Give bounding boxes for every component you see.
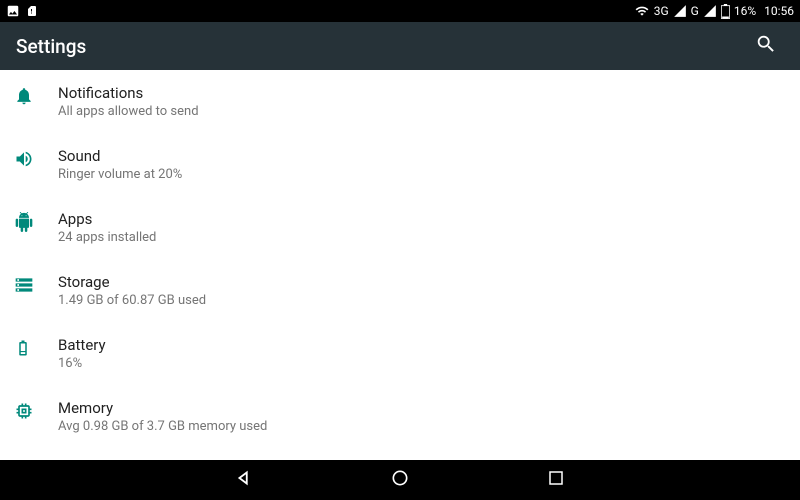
search-icon xyxy=(755,33,777,59)
back-button[interactable] xyxy=(226,462,262,498)
search-button[interactable] xyxy=(748,28,784,64)
settings-item-memory[interactable]: Memory Avg 0.98 GB of 3.7 GB memory used xyxy=(0,385,800,448)
bell-icon xyxy=(14,84,58,106)
status-left xyxy=(6,4,38,18)
page-title: Settings xyxy=(16,35,86,58)
app-toolbar: Settings xyxy=(0,22,800,70)
recents-button[interactable] xyxy=(538,462,574,498)
item-subtitle: 1.49 GB of 60.87 GB used xyxy=(58,293,800,308)
battery-icon xyxy=(14,336,58,358)
settings-item-sound[interactable]: Sound Ringer volume at 20% xyxy=(0,133,800,196)
image-icon xyxy=(6,4,20,18)
item-title: Sound xyxy=(58,147,800,165)
sd-card-icon xyxy=(26,4,38,18)
battery-percent: 16% xyxy=(734,4,756,18)
settings-list[interactable]: Notifications All apps allowed to send S… xyxy=(0,70,800,460)
settings-item-users[interactable]: Users Signed in as Owner xyxy=(0,448,800,460)
battery-status-icon xyxy=(721,4,730,19)
item-subtitle: 24 apps installed xyxy=(58,230,800,245)
volume-icon xyxy=(14,147,58,169)
item-title: Battery xyxy=(58,336,800,354)
status-bar: 3G G 16% 10:56 xyxy=(0,0,800,22)
settings-item-battery[interactable]: Battery 16% xyxy=(0,322,800,385)
clock: 10:56 xyxy=(764,4,794,18)
settings-item-notifications[interactable]: Notifications All apps allowed to send xyxy=(0,70,800,133)
memory-icon xyxy=(14,399,58,421)
item-title: Apps xyxy=(58,210,800,228)
item-title: Memory xyxy=(58,399,800,417)
item-title: Storage xyxy=(58,273,800,291)
signal-icon-2 xyxy=(703,4,717,18)
status-right: 3G G 16% 10:56 xyxy=(634,4,794,19)
item-subtitle: Avg 0.98 GB of 3.7 GB memory used xyxy=(58,419,800,434)
network-label-2: G xyxy=(691,4,699,18)
item-title: Notifications xyxy=(58,84,800,102)
back-icon xyxy=(233,467,255,493)
storage-icon xyxy=(14,273,58,295)
network-label-1: 3G xyxy=(654,4,669,18)
home-icon xyxy=(390,468,410,492)
settings-item-storage[interactable]: Storage 1.49 GB of 60.87 GB used xyxy=(0,259,800,322)
item-subtitle: 16% xyxy=(58,356,800,371)
item-subtitle: Ringer volume at 20% xyxy=(58,167,800,182)
android-icon xyxy=(14,210,58,232)
signal-icon-1 xyxy=(673,4,687,18)
item-subtitle: All apps allowed to send xyxy=(58,104,800,119)
settings-item-apps[interactable]: Apps 24 apps installed xyxy=(0,196,800,259)
navigation-bar xyxy=(0,460,800,500)
home-button[interactable] xyxy=(382,462,418,498)
wifi-icon xyxy=(634,4,650,18)
recents-icon xyxy=(547,469,565,491)
